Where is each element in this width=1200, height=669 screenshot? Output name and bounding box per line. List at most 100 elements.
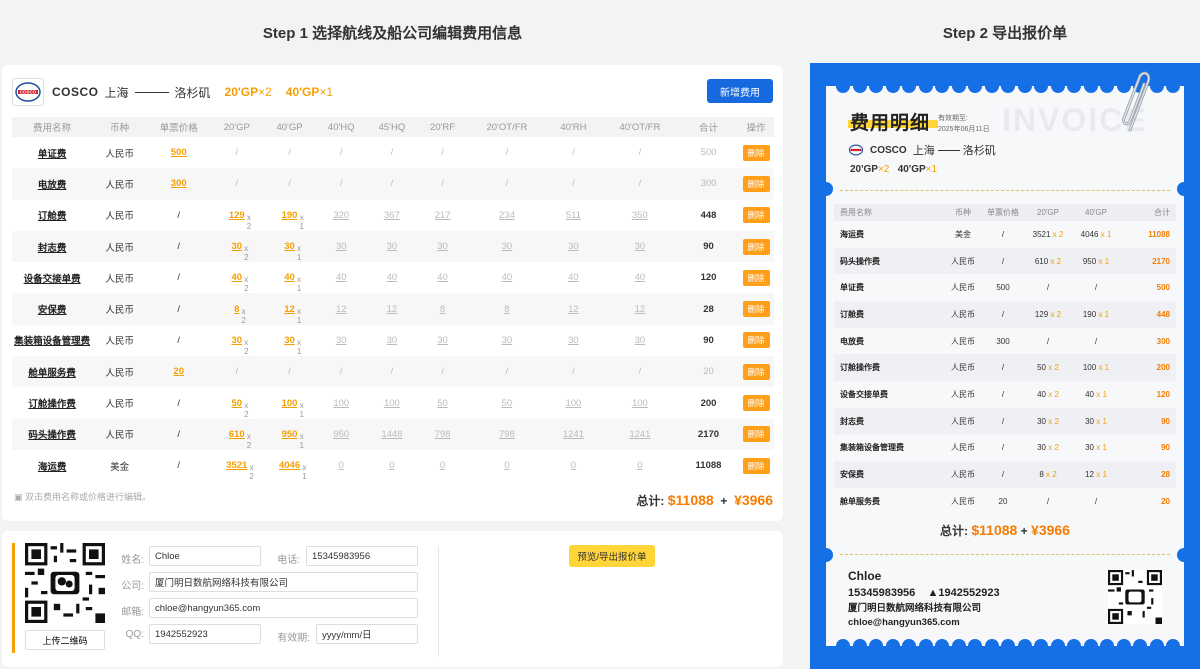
price-cell-ot40[interactable]: / xyxy=(600,168,679,200)
ticket-price-cell[interactable]: / xyxy=(147,200,210,231)
delete-button[interactable]: 删除 xyxy=(742,395,770,412)
price-cell-rh40[interactable]: 12 xyxy=(545,293,601,325)
price-cell-rh40[interactable]: 0 xyxy=(546,450,601,481)
price-cell-hq40[interactable]: 320 xyxy=(316,200,367,231)
price-cell-rh40[interactable]: 511 xyxy=(546,200,601,231)
price-cell-gp20[interactable]: 30 x 2 xyxy=(210,230,264,263)
price-cell-ot20[interactable]: 8 xyxy=(467,293,546,325)
price-cell-rf20[interactable]: 217 xyxy=(417,200,468,231)
price-cell-gp40[interactable]: 12 x 1 xyxy=(263,293,316,325)
price-cell-hq45[interactable]: 1448 xyxy=(366,418,418,450)
price-cell-hq45[interactable]: 30 xyxy=(366,230,418,263)
price-cell-hq45[interactable]: / xyxy=(367,137,418,168)
price-cell-gp40[interactable]: 950 x 1 xyxy=(263,418,316,450)
price-cell-gp40[interactable]: / xyxy=(263,168,316,200)
valid-until-input[interactable]: yyyy/mm/日 xyxy=(316,624,418,644)
price-cell-hq40[interactable]: / xyxy=(315,168,367,200)
ticket-price-cell[interactable]: 300 xyxy=(147,168,211,200)
price-cell-gp20[interactable]: / xyxy=(210,356,264,388)
price-cell-gp40[interactable]: / xyxy=(263,137,316,168)
price-cell-hq40[interactable]: 40 xyxy=(316,262,367,293)
name-input[interactable]: Chloe xyxy=(149,546,261,566)
fee-name-cell[interactable]: 集装箱设备管理费 xyxy=(12,325,92,356)
fee-name-cell[interactable]: 订舱操作费 xyxy=(12,387,92,418)
qq-input[interactable]: 1942552923 xyxy=(149,624,261,644)
price-cell-rh40[interactable]: 30 xyxy=(545,230,601,263)
ticket-price-cell[interactable]: 500 xyxy=(147,137,210,168)
ticket-price-cell[interactable]: / xyxy=(147,387,210,418)
price-cell-ot40[interactable]: 1241 xyxy=(600,418,679,450)
price-cell-hq40[interactable]: / xyxy=(315,356,367,388)
fee-name-cell[interactable]: 电放费 xyxy=(12,168,93,200)
price-cell-gp20[interactable]: 129 x 2 xyxy=(210,200,263,231)
price-cell-hq45[interactable]: / xyxy=(366,168,418,200)
price-cell-hq45[interactable]: 12 xyxy=(366,293,418,325)
fee-name-cell[interactable]: 海运费 xyxy=(12,450,92,481)
fee-name-cell[interactable]: 封志费 xyxy=(12,230,93,263)
price-cell-rf20[interactable]: 50 xyxy=(417,387,468,418)
price-cell-rh40[interactable]: 40 xyxy=(546,262,601,293)
fee-name-cell[interactable]: 订舱费 xyxy=(12,200,92,231)
price-cell-ot40[interactable]: 30 xyxy=(601,325,679,356)
price-cell-ot40[interactable]: 40 xyxy=(601,262,679,293)
delete-button[interactable]: 删除 xyxy=(742,238,770,255)
price-cell-rf20[interactable]: 798 xyxy=(417,418,468,450)
price-cell-ot40[interactable]: 350 xyxy=(601,200,679,231)
fee-name-cell[interactable]: 单证费 xyxy=(12,137,92,168)
upload-qr-button[interactable]: 上传二维码 xyxy=(25,630,105,650)
add-fee-button[interactable]: 新增费用 xyxy=(707,79,773,103)
ticket-price-cell[interactable]: 20 xyxy=(147,356,211,388)
price-cell-gp40[interactable]: 30 x 1 xyxy=(263,230,316,263)
ticket-price-cell[interactable]: / xyxy=(147,262,210,293)
price-cell-ot40[interactable]: / xyxy=(600,356,679,388)
price-cell-rh40[interactable]: 1241 xyxy=(545,418,601,450)
price-cell-gp40[interactable]: 30 x 1 xyxy=(263,325,316,356)
price-cell-hq45[interactable]: 367 xyxy=(367,200,418,231)
price-cell-ot20[interactable]: 50 xyxy=(468,387,546,418)
price-cell-hq45[interactable]: 100 xyxy=(367,387,418,418)
price-cell-rh40[interactable]: / xyxy=(545,168,601,200)
price-cell-rf20[interactable]: / xyxy=(417,137,468,168)
price-cell-ot20[interactable]: 798 xyxy=(467,418,546,450)
price-cell-rf20[interactable]: / xyxy=(417,356,468,388)
price-cell-hq45[interactable]: / xyxy=(366,356,418,388)
price-cell-rf20[interactable]: 8 xyxy=(417,293,468,325)
price-cell-ot20[interactable]: 40 xyxy=(468,262,546,293)
phone-input[interactable]: 15345983956 xyxy=(306,546,418,566)
price-cell-ot20[interactable]: 234 xyxy=(468,200,546,231)
delete-button[interactable]: 删除 xyxy=(742,457,770,474)
price-cell-rh40[interactable]: 100 xyxy=(546,387,601,418)
fee-name-cell[interactable]: 舱单服务费 xyxy=(12,356,93,388)
delete-button[interactable]: 删除 xyxy=(742,144,770,161)
price-cell-gp40[interactable]: 190 x 1 xyxy=(263,200,316,231)
price-cell-gp40[interactable]: / xyxy=(263,356,316,388)
price-cell-gp20[interactable]: 40 x 2 xyxy=(210,262,263,293)
price-cell-hq45[interactable]: 40 xyxy=(367,262,418,293)
price-cell-ot40[interactable]: 100 xyxy=(601,387,679,418)
price-cell-hq40[interactable]: 30 xyxy=(315,230,367,263)
price-cell-hq40[interactable]: 100 xyxy=(316,387,367,418)
delete-button[interactable]: 删除 xyxy=(742,207,770,224)
price-cell-hq40[interactable]: 12 xyxy=(315,293,367,325)
price-cell-gp20[interactable]: 30 x 2 xyxy=(210,325,263,356)
price-cell-gp20[interactable]: 610 x 2 xyxy=(210,418,264,450)
price-cell-gp40[interactable]: 4046 x 1 xyxy=(263,450,316,481)
price-cell-ot20[interactable]: / xyxy=(467,356,546,388)
ticket-price-cell[interactable]: / xyxy=(147,293,211,325)
price-cell-ot20[interactable]: 30 xyxy=(467,230,546,263)
ticket-price-cell[interactable]: / xyxy=(147,325,210,356)
delete-button[interactable]: 删除 xyxy=(742,301,770,318)
fee-name-cell[interactable]: 设备交接单费 xyxy=(12,262,92,293)
price-cell-hq40[interactable]: 0 xyxy=(316,450,367,481)
price-cell-ot40[interactable]: / xyxy=(601,137,679,168)
price-cell-gp20[interactable]: 50 x 2 xyxy=(210,387,263,419)
price-cell-gp40[interactable]: 40 x 1 xyxy=(263,262,316,293)
price-cell-ot20[interactable]: 30 xyxy=(468,325,546,356)
price-cell-rh40[interactable]: / xyxy=(545,356,601,388)
email-input[interactable]: chloe@hangyun365.com xyxy=(149,598,418,618)
delete-button[interactable]: 删除 xyxy=(742,269,770,286)
price-cell-rf20[interactable]: 30 xyxy=(417,230,468,263)
delete-button[interactable]: 删除 xyxy=(742,332,770,349)
delete-button[interactable]: 删除 xyxy=(742,175,770,192)
price-cell-gp40[interactable]: 100 x 1 xyxy=(263,387,316,419)
